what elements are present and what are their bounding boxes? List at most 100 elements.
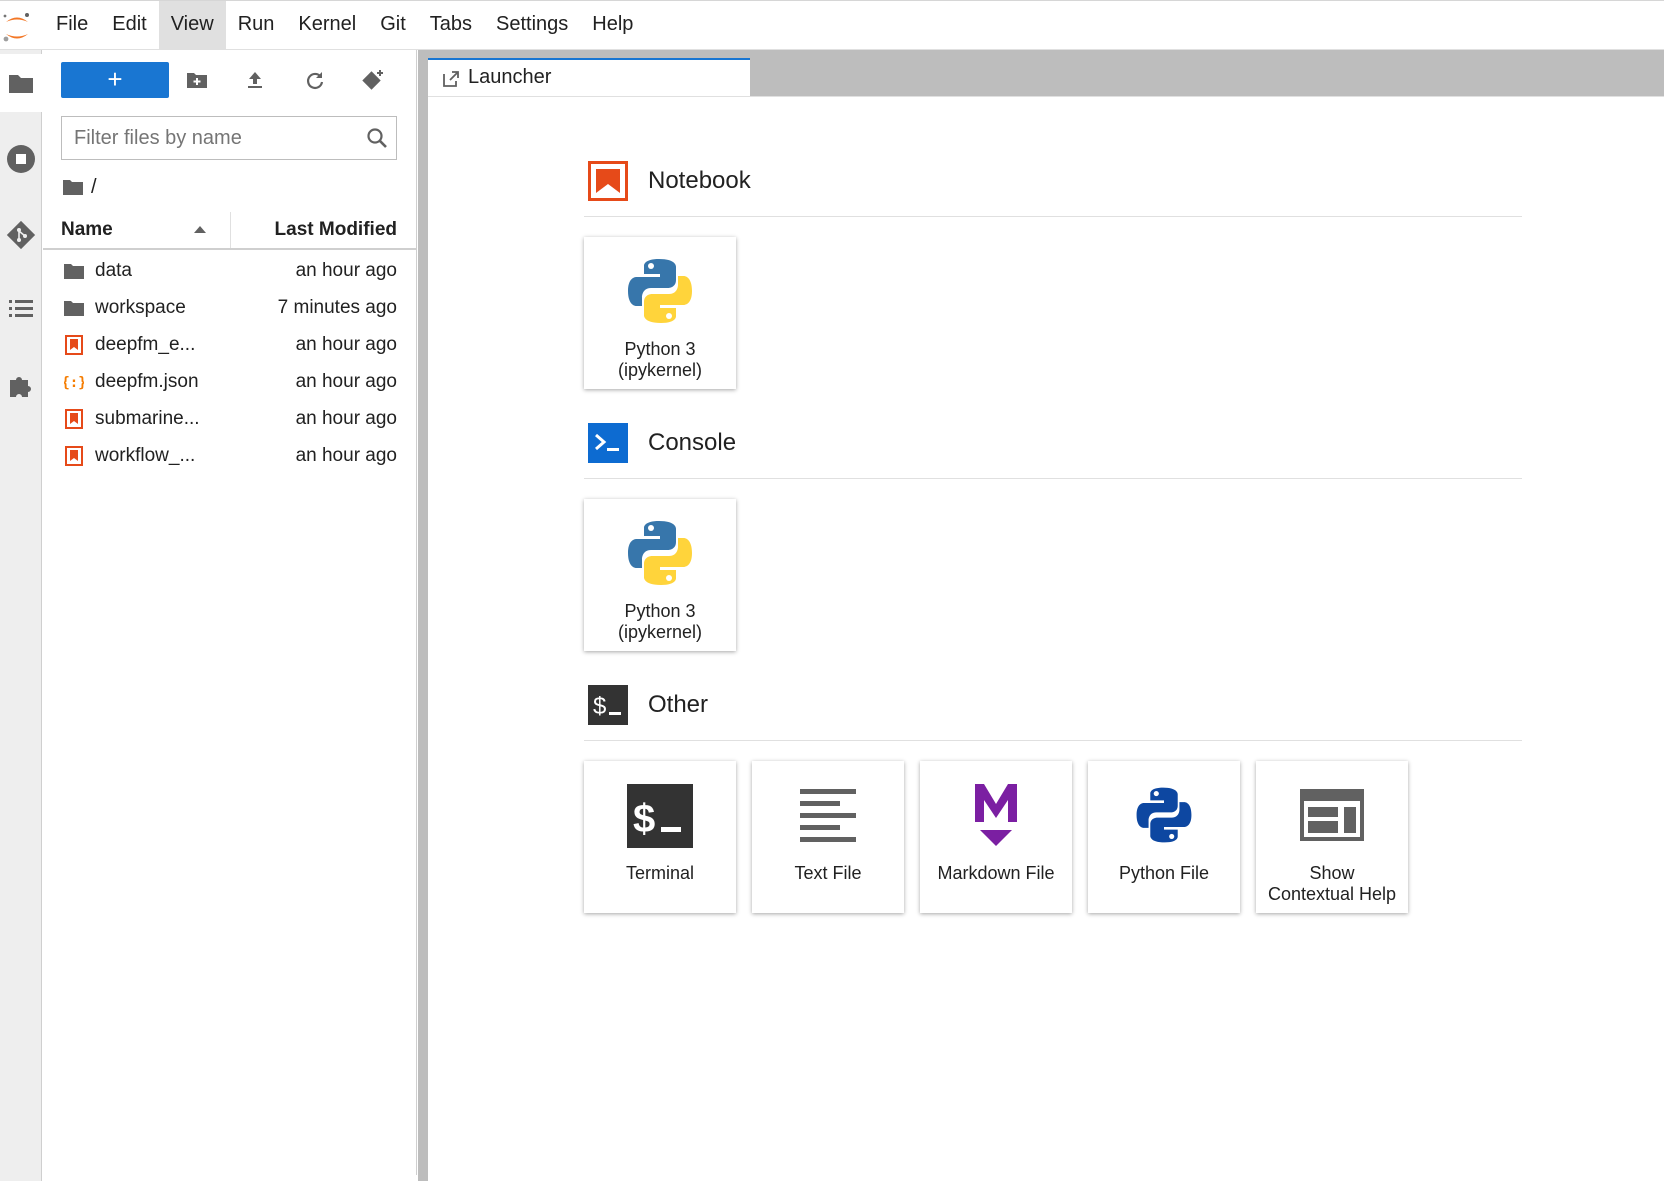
svg-text:$: $: [633, 797, 655, 841]
menu-bar: File Edit View Run Kernel Git Tabs Setti…: [0, 0, 1664, 50]
text-file-icon: [790, 777, 866, 853]
section-label: Other: [648, 691, 709, 718]
file-row-data[interactable]: data an hour ago: [43, 252, 417, 289]
notebook-icon: [63, 408, 85, 430]
menu-tabs[interactable]: Tabs: [418, 1, 484, 49]
card-label: Terminal: [625, 863, 695, 883]
file-modified: an hour ago: [295, 334, 397, 355]
launcher-panel: Notebook Python 3 (ipykernel) Console Py…: [428, 96, 1664, 1181]
markdown-file-card[interactable]: Markdown File: [920, 761, 1072, 913]
terminal-icon: $: [588, 685, 628, 725]
new-launcher-button[interactable]: +: [61, 62, 169, 98]
folder-icon: [9, 75, 33, 93]
card-label: Python 3 (ipykernel): [617, 339, 703, 380]
file-browser-tab[interactable]: [0, 54, 42, 112]
breadcrumb: /: [63, 174, 97, 200]
new-folder-button[interactable]: [181, 64, 213, 96]
folder-icon: [63, 297, 85, 319]
git-clone-icon: [362, 70, 383, 90]
new-folder-icon: [187, 73, 207, 88]
file-row-submarine-notebook[interactable]: submarine... an hour ago: [43, 400, 417, 437]
running-icon: [7, 145, 35, 173]
file-row-deepfm-json[interactable]: {:} deepfm.json an hour ago: [43, 363, 417, 400]
sort-ascending-icon: [194, 226, 206, 233]
table-of-contents-tab[interactable]: [0, 280, 42, 338]
other-section-header: $ Other: [584, 685, 1522, 741]
refresh-button[interactable]: [299, 64, 331, 96]
python-file-card[interactable]: Python File: [1088, 761, 1240, 913]
breadcrumb-root[interactable]: /: [91, 176, 97, 199]
file-browser-toolbar: +: [43, 58, 417, 98]
extension-manager-tab[interactable]: [0, 356, 42, 414]
upload-button[interactable]: [239, 64, 271, 96]
git-icon: [6, 220, 36, 250]
menu-git[interactable]: Git: [368, 1, 418, 49]
running-sessions-tab[interactable]: [0, 130, 42, 188]
json-icon: {:}: [63, 371, 85, 393]
menu-file[interactable]: File: [44, 1, 100, 49]
svg-text:{:}: {:}: [64, 375, 84, 391]
notebook-python3-card[interactable]: Python 3 (ipykernel): [584, 237, 736, 389]
file-filter-field: [61, 116, 397, 160]
git-clone-button[interactable]: [357, 64, 389, 96]
card-label: Show Contextual Help: [1267, 863, 1397, 904]
main-dock-area: Launcher Notebook Python 3 (ipykernel) C…: [418, 50, 1664, 1181]
menu-run[interactable]: Run: [226, 1, 287, 49]
tab-launcher[interactable]: Launcher: [428, 58, 750, 97]
upload-icon: [248, 72, 262, 88]
file-name: submarine...: [95, 408, 200, 429]
file-list: data an hour ago workspace 7 minutes ago…: [43, 252, 417, 474]
console-python3-card[interactable]: Python 3 (ipykernel): [584, 499, 736, 651]
python-file-icon: [1126, 777, 1202, 853]
menu-edit[interactable]: Edit: [100, 1, 158, 49]
menu-view[interactable]: View: [158, 1, 226, 49]
menu-help[interactable]: Help: [580, 1, 645, 49]
card-label: Python File: [1118, 863, 1210, 883]
card-label: Python 3 (ipykernel): [617, 601, 703, 642]
file-name: data: [95, 260, 132, 281]
file-modified: 7 minutes ago: [277, 297, 397, 318]
file-row-deepfm-notebook[interactable]: deepfm_e... an hour ago: [43, 326, 417, 363]
launcher-icon: [443, 71, 459, 87]
name-column-header[interactable]: Name: [61, 212, 231, 248]
card-label: Markdown File: [937, 863, 1055, 883]
card-label: Text File: [794, 863, 862, 883]
python-logo-icon: [622, 515, 698, 591]
text-file-card[interactable]: Text File: [752, 761, 904, 913]
console-section-header: Console: [584, 423, 1522, 479]
file-row-workspace[interactable]: workspace 7 minutes ago: [43, 289, 417, 326]
notebook-icon: [63, 445, 85, 467]
git-tab[interactable]: [0, 206, 42, 264]
menu-settings[interactable]: Settings: [484, 1, 580, 49]
extension-icon: [10, 377, 31, 397]
file-filter-input[interactable]: [62, 117, 352, 159]
search-icon: [367, 128, 387, 148]
menu-kernel[interactable]: Kernel: [286, 1, 368, 49]
tab-bar: Launcher: [418, 50, 1664, 97]
contextual-help-icon: [1294, 777, 1370, 853]
terminal-card[interactable]: $ Terminal: [584, 761, 736, 913]
notebook-icon: [588, 161, 628, 201]
folder-icon: [63, 260, 85, 282]
table-of-contents-icon: [9, 300, 33, 317]
file-name: deepfm_e...: [95, 334, 196, 355]
notebook-icon: [63, 334, 85, 356]
notebook-section-header: Notebook: [584, 161, 1522, 217]
svg-text:$: $: [593, 693, 606, 720]
file-name: workspace: [95, 297, 186, 318]
file-row-workflow-notebook[interactable]: workflow_... an hour ago: [43, 437, 417, 474]
file-browser-panel: + Filter files by name / Name Last Modif…: [43, 50, 417, 1175]
terminal-icon: $: [622, 777, 698, 853]
show-contextual-help-card[interactable]: Show Contextual Help: [1256, 761, 1408, 913]
activity-bar: [0, 50, 42, 1181]
file-modified: an hour ago: [295, 445, 397, 466]
file-modified: an hour ago: [295, 260, 397, 281]
file-name: workflow_...: [95, 445, 196, 466]
file-list-header: Name Last Modified: [43, 212, 417, 250]
file-modified: an hour ago: [295, 408, 397, 429]
last-modified-column-header[interactable]: Last Modified: [275, 212, 397, 248]
home-folder-icon[interactable]: [63, 179, 83, 195]
python-logo-icon: [622, 253, 698, 329]
refresh-icon: [306, 72, 324, 89]
file-modified: an hour ago: [295, 371, 397, 392]
